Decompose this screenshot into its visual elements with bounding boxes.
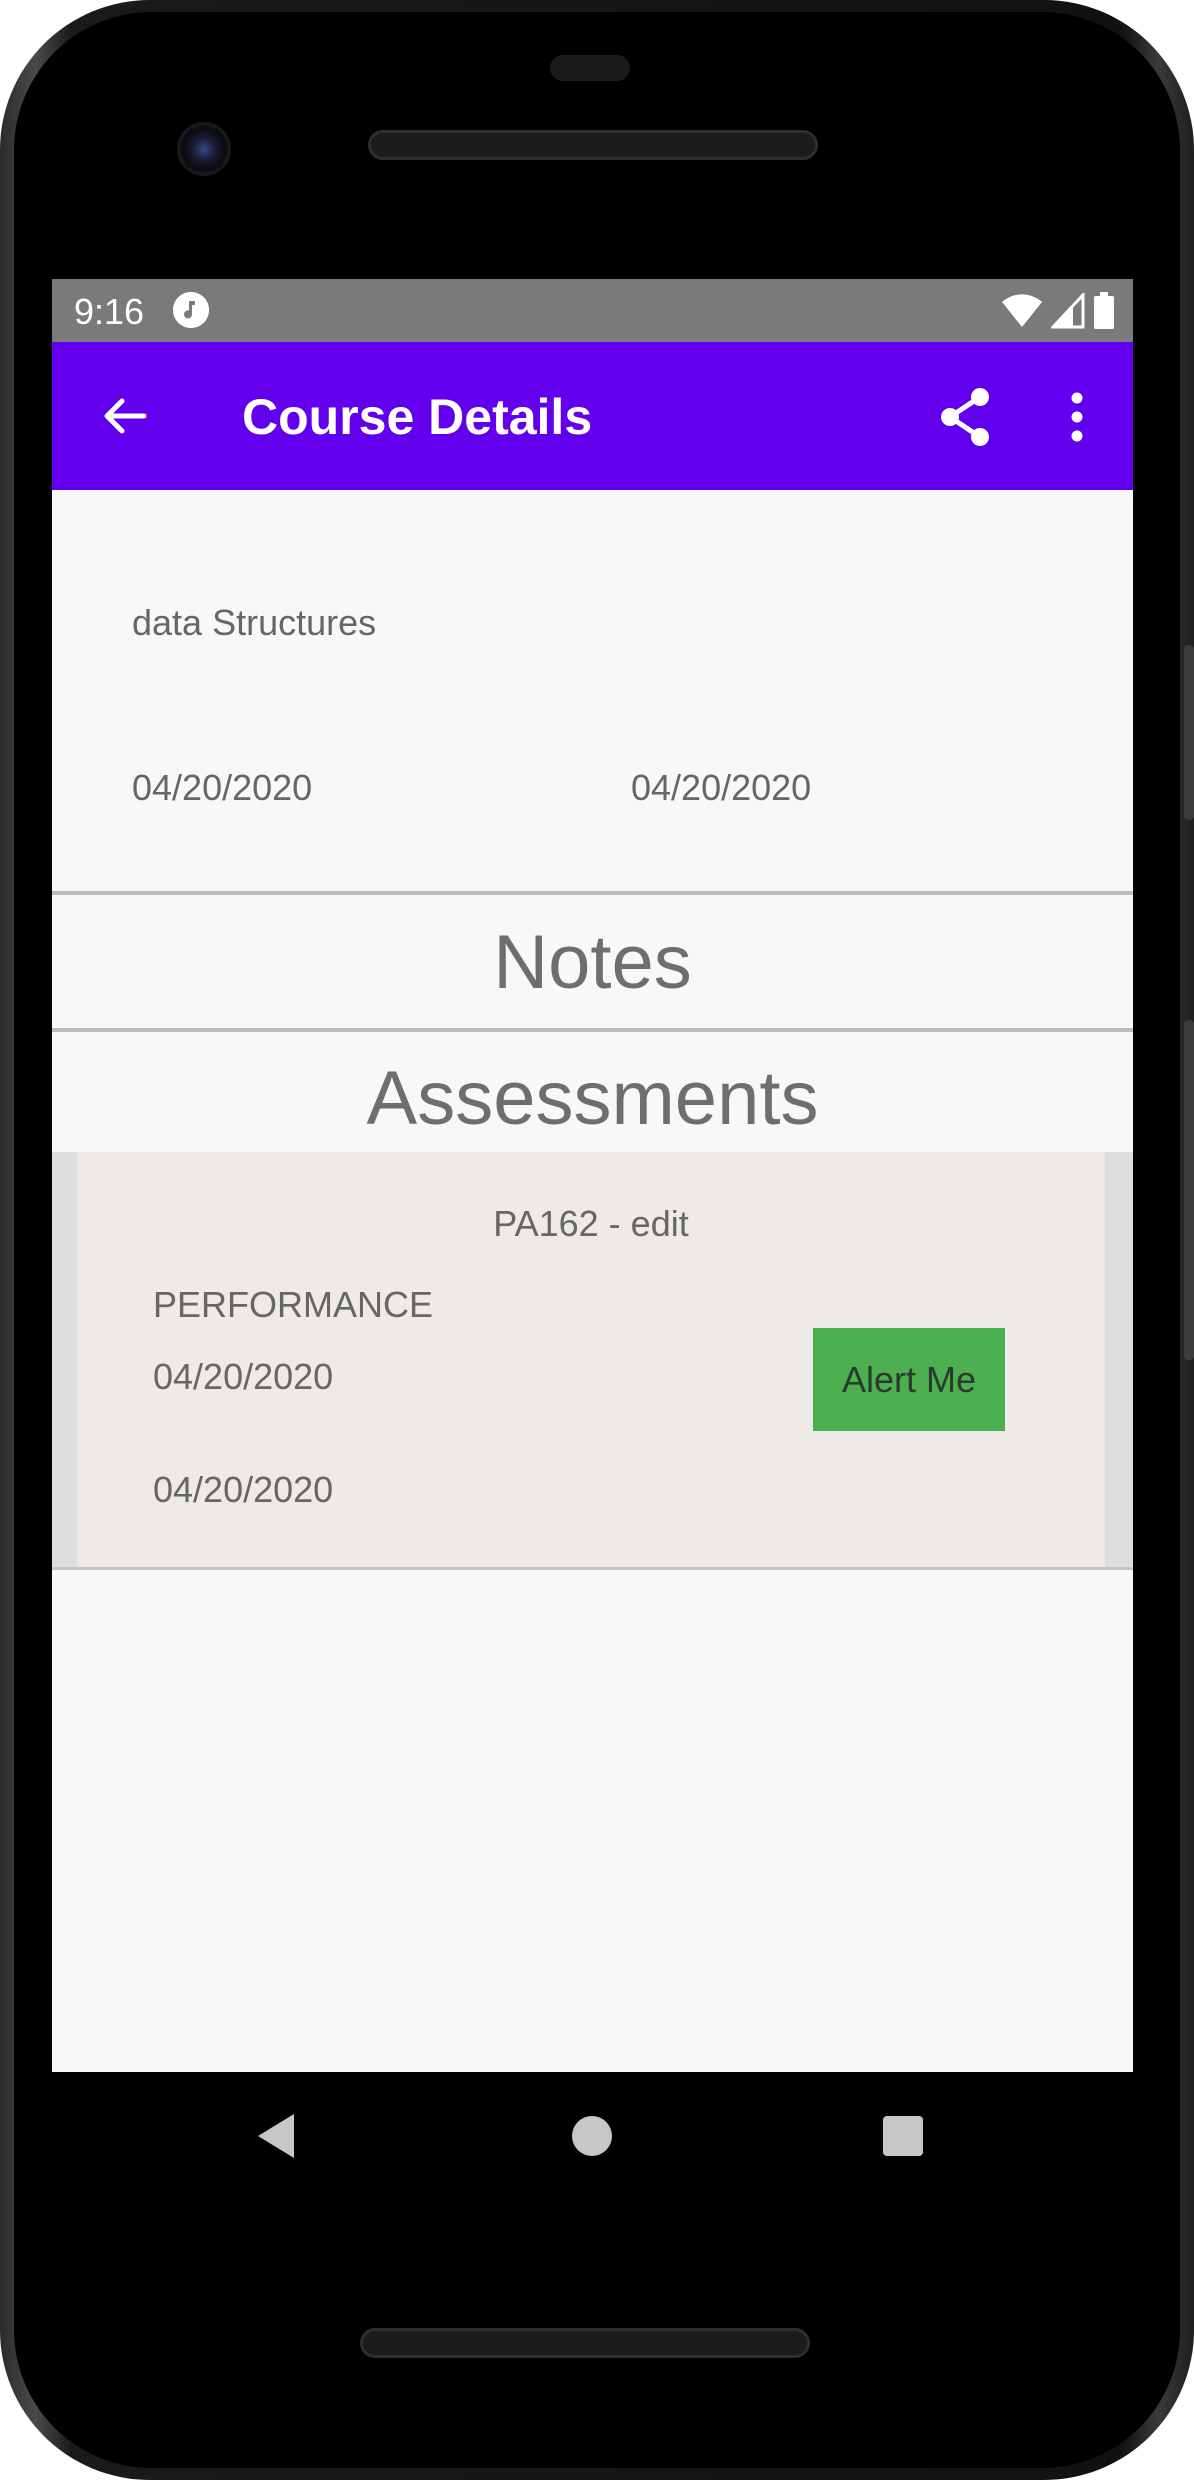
assessment-card[interactable]: PA162 - edit PERFORMANCE 04/20/2020 04/2…	[77, 1152, 1105, 1567]
more-vert-icon[interactable]	[1052, 382, 1102, 452]
status-time: 9:16	[74, 291, 145, 332]
divider	[52, 1028, 1133, 1032]
assessments-heading: Assessments	[366, 1056, 819, 1141]
app-bar: Course Details	[52, 342, 1133, 490]
wifi-icon	[1002, 294, 1042, 327]
assessment-end-date: 04/20/2020	[153, 1469, 334, 1510]
notes-button[interactable]: Notes	[52, 919, 1133, 1006]
status-icons	[1001, 291, 1115, 331]
sensor-slot	[550, 55, 630, 81]
nav-recents-icon[interactable]	[883, 2116, 923, 2156]
assessment-list: PA162 - edit PERFORMANCE 04/20/2020 04/2…	[52, 1152, 1133, 1570]
cell-signal-icon	[1051, 293, 1085, 329]
volume-button	[1184, 1020, 1194, 1360]
course-end-date[interactable]: 04/20/2020	[631, 767, 811, 809]
assessment-title[interactable]: PA162 - edit	[77, 1203, 1105, 1245]
back-arrow-icon[interactable]	[96, 386, 156, 446]
course-start-date[interactable]: 04/20/2020	[132, 767, 312, 809]
music-note-icon	[173, 292, 209, 328]
nav-home-icon[interactable]	[572, 2116, 612, 2156]
share-icon[interactable]	[932, 382, 1002, 452]
top-speaker	[368, 130, 818, 160]
screen: 9:16 Course Details data Structures 04/2…	[52, 279, 1133, 2072]
status-bar: 9:16	[52, 279, 1133, 342]
assessment-start-date: 04/20/2020	[153, 1356, 334, 1397]
bottom-speaker	[360, 2328, 810, 2358]
course-name[interactable]: data Structures	[132, 602, 376, 644]
front-camera	[177, 122, 231, 176]
power-button	[1184, 645, 1194, 820]
assessment-type: PERFORMANCE	[153, 1284, 434, 1325]
alert-me-button[interactable]: Alert Me	[813, 1328, 1005, 1431]
page-title: Course Details	[242, 389, 593, 445]
nav-back-icon[interactable]	[256, 2112, 296, 2160]
battery-icon	[1094, 292, 1114, 329]
divider	[52, 891, 1133, 895]
